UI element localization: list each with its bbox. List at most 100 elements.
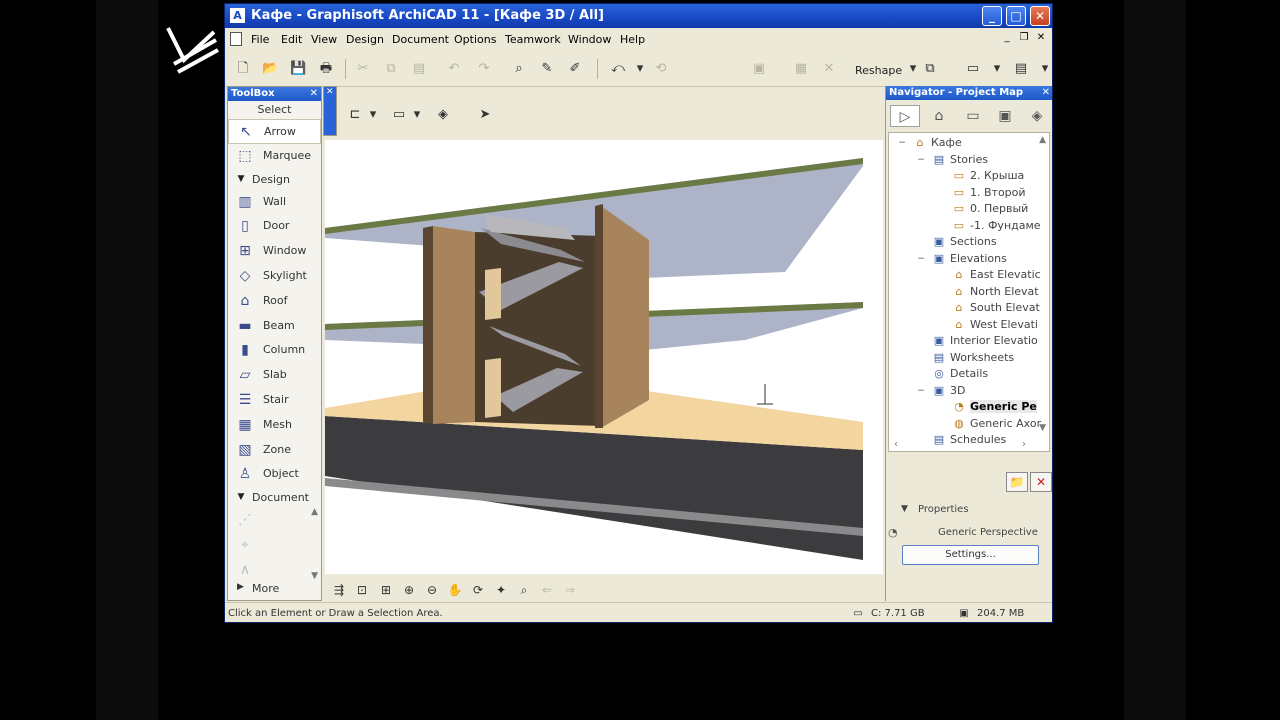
title-bar[interactable]: A Кафе - Graphisoft ArchiCAD 11 - [Кафе … xyxy=(225,4,1052,28)
tool-arrow[interactable]: ↖ Arrow xyxy=(228,119,321,144)
rotate-icon[interactable]: ⟲ xyxy=(653,61,669,77)
pick-up-parameters-icon[interactable]: ✎ xyxy=(539,61,555,77)
tool-roof[interactable]: ⌂ Roof xyxy=(228,289,321,314)
tree-item[interactable]: ▤ Worksheets xyxy=(931,350,1014,366)
tree-item[interactable]: − ▣ 3D xyxy=(917,383,965,399)
toolbox-title-bar[interactable]: ToolBox ✕ xyxy=(228,87,321,101)
minimize-button[interactable]: _ xyxy=(982,6,1002,26)
ungroup-icon[interactable]: ▦ xyxy=(793,61,809,77)
group-icon[interactable]: ▣ xyxy=(751,61,767,77)
menu-edit[interactable]: Edit xyxy=(281,33,302,46)
cut-icon[interactable]: ✂ xyxy=(355,61,371,77)
mdi-minimize-icon[interactable]: _ xyxy=(1000,32,1014,45)
tree-item[interactable]: ⌂ East Elevatic xyxy=(951,267,1041,283)
view-dropdown-icon[interactable]: ▾ xyxy=(1037,61,1052,77)
tree-item[interactable]: ▣ Interior Elevatio xyxy=(931,333,1038,349)
layer-dropdown-icon[interactable]: ▾ xyxy=(989,61,1005,77)
settings-button[interactable]: Settings... xyxy=(902,545,1039,565)
tool-marquee[interactable]: ⬚ Marquee xyxy=(228,144,321,169)
tool-object[interactable]: ♙ Object xyxy=(228,462,321,487)
project-map-tab-icon[interactable]: ▷ xyxy=(890,105,920,127)
copy-icon[interactable]: ⧉ xyxy=(383,61,399,77)
layout-book-tab-icon[interactable]: ▭ xyxy=(960,105,986,127)
maximize-button[interactable]: □ xyxy=(1006,6,1026,26)
undo-icon[interactable]: ↶ xyxy=(446,61,462,77)
mdi-close-icon[interactable]: ✕ xyxy=(1034,32,1048,45)
tree-item[interactable]: ◎ Details xyxy=(931,366,988,382)
new-folder-icon[interactable]: 📁 xyxy=(1006,472,1028,492)
tree-item[interactable]: ▭ 0. Первый xyxy=(951,201,1029,217)
drag-icon[interactable]: ⤺ xyxy=(610,61,626,77)
tool-mesh[interactable]: ▦ Mesh xyxy=(228,413,321,438)
navigator-close-icon[interactable]: ✕ xyxy=(1042,86,1050,100)
toolbox-scroll-up-icon[interactable]: ▲ xyxy=(311,507,318,517)
tool-window[interactable]: ⊞ Window xyxy=(228,239,321,264)
publisher-tab-icon[interactable]: ▣ xyxy=(992,105,1018,127)
more-tools[interactable]: ▶ More xyxy=(228,582,321,598)
document-icon[interactable] xyxy=(230,32,242,46)
marquee-shape-icon[interactable]: ⊏ xyxy=(345,106,365,124)
mdi-restore-icon[interactable]: ❐ xyxy=(1017,32,1031,45)
tree-item-selected[interactable]: ◔ Generic Pe xyxy=(951,399,1037,415)
suspend-groups-icon[interactable]: ✕ xyxy=(821,61,837,77)
tree-item[interactable]: ▣ Sections xyxy=(931,234,997,250)
properties-collapse-icon[interactable]: ▼ xyxy=(901,504,908,514)
fit-in-window-icon[interactable]: ⊞ xyxy=(378,582,394,598)
rotated-rectangle-icon[interactable]: ◈ xyxy=(433,106,453,124)
reshape-label[interactable]: Reshape xyxy=(855,64,902,77)
menu-view[interactable]: View xyxy=(311,33,337,46)
next-zoom-icon[interactable]: ⇒ xyxy=(562,582,578,598)
drag-dropdown-icon[interactable]: ▾ xyxy=(632,61,648,77)
menu-help[interactable]: Help xyxy=(620,33,645,46)
tool-stair[interactable]: ☰ Stair xyxy=(228,388,321,413)
tool-slab[interactable]: ▱ Slab xyxy=(228,363,321,388)
menu-window[interactable]: Window xyxy=(568,33,611,46)
tool-skylight[interactable]: ◇ Skylight xyxy=(228,264,321,289)
tree-item[interactable]: ▭ 2. Крыша xyxy=(951,168,1024,184)
tree-item[interactable]: − ⌂ Кафе xyxy=(898,135,962,151)
new-file-icon[interactable]: 🗋 xyxy=(235,61,251,77)
menu-teamwork[interactable]: Teamwork xyxy=(505,33,561,46)
layer-settings-icon[interactable]: ▭ xyxy=(965,61,981,77)
tree-item[interactable]: − ▤ Stories xyxy=(917,152,988,168)
menu-options[interactable]: Options xyxy=(454,33,496,46)
scroll-right-icon[interactable]: › xyxy=(1022,439,1026,450)
toolbox-scroll-down-icon[interactable]: ▼ xyxy=(311,571,318,581)
3d-viewport[interactable] xyxy=(325,140,883,574)
menu-document[interactable]: Document xyxy=(392,33,449,46)
open-folder-icon[interactable]: 📂 xyxy=(262,61,278,77)
menu-file[interactable]: File xyxy=(251,33,269,46)
geometry-dropdown-icon[interactable]: ▾ xyxy=(407,106,427,124)
tool-document-2[interactable]: ⌖ xyxy=(228,533,321,558)
tool-zone[interactable]: ▧ Zone xyxy=(228,438,321,463)
zoom-in-icon[interactable]: ⊕ xyxy=(401,582,417,598)
inject-parameters-icon[interactable]: ✐ xyxy=(567,61,583,77)
walk-icon[interactable]: ✦ xyxy=(493,582,509,598)
pan-icon[interactable]: ✋ xyxy=(447,582,463,598)
group-document[interactable]: ▼ Document xyxy=(228,487,321,508)
rectangle-geometry-icon[interactable]: ▭ xyxy=(389,106,409,124)
view-settings-icon[interactable]: ▤ xyxy=(1013,61,1029,77)
paste-icon[interactable]: ▤ xyxy=(411,61,427,77)
group-design[interactable]: ▼ Design xyxy=(228,169,321,190)
zoom-window-icon[interactable]: ⌕ xyxy=(516,582,532,598)
tree-item[interactable]: ▭ -1. Фундаме xyxy=(951,218,1041,234)
tool-column[interactable]: ▮ Column xyxy=(228,338,321,363)
organizer-tab-icon[interactable]: ◈ xyxy=(1024,105,1050,127)
close-button[interactable]: ✕ xyxy=(1030,6,1050,26)
zoom-out-icon[interactable]: ⊖ xyxy=(424,582,440,598)
tree-scroll-up-icon[interactable]: ▲ xyxy=(1039,135,1046,145)
scroll-left-icon[interactable]: ‹ xyxy=(894,439,898,450)
reshape-dropdown-icon[interactable]: ▾ xyxy=(905,61,921,77)
print-icon[interactable]: 🖶 xyxy=(318,61,334,77)
tree-horizontal-scrollbar[interactable]: ‹ › xyxy=(888,438,1050,452)
delete-icon[interactable]: ✕ xyxy=(1030,472,1052,492)
explore-icon[interactable]: ⊡ xyxy=(354,582,370,598)
navigation-icon[interactable]: ⇶ xyxy=(331,582,347,598)
tool-document-1[interactable]: ⋰ xyxy=(228,508,321,533)
marquee-dropdown-icon[interactable]: ▾ xyxy=(363,106,383,124)
tree-item[interactable]: ⌂ North Elevat xyxy=(951,284,1039,300)
3d-model-render[interactable] xyxy=(325,140,883,574)
tree-item[interactable]: ⌂ West Elevati xyxy=(951,317,1038,333)
tool-wall[interactable]: ▥ Wall xyxy=(228,190,321,215)
